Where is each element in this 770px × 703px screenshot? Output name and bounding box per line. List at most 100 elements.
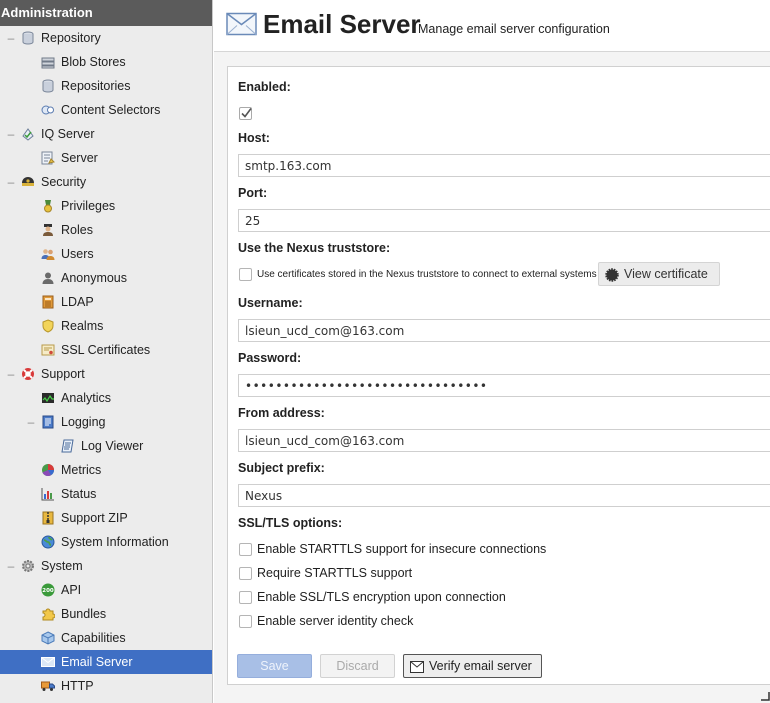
- truck-icon: [41, 681, 55, 691]
- sidebar-item-label: Support: [41, 367, 85, 381]
- verify-email-server-button[interactable]: Verify email server: [403, 654, 542, 678]
- status-bar-chart-icon: [41, 488, 54, 501]
- username-label: Username:: [238, 296, 303, 310]
- iq-server-icon: [22, 128, 34, 141]
- sidebar-item-content-selectors[interactable]: Content Selectors: [0, 98, 212, 122]
- email-server-form: Enabled: Host: Port: Use the Nexus trust…: [227, 66, 770, 685]
- certificate-seal-icon: [605, 268, 619, 282]
- sidebar-item-label: Anonymous: [61, 271, 128, 285]
- collapse-toggle-icon[interactable]: –: [6, 26, 16, 50]
- shield-icon: [42, 319, 54, 333]
- starttls-support-checkbox[interactable]: [239, 543, 252, 556]
- save-button[interactable]: Save: [237, 654, 312, 678]
- sidebar-item-support-zip[interactable]: Support ZIP: [0, 506, 212, 530]
- sidebar-item-label: SSL Certificates: [61, 343, 151, 357]
- sidebar-item-blob-stores[interactable]: Blob Stores: [0, 50, 212, 74]
- truststore-checkbox[interactable]: [239, 268, 252, 281]
- sidebar-item-label: Roles: [61, 223, 93, 237]
- page-header: Email Server Manage email server configu…: [214, 0, 770, 52]
- sidebar-header: Administration: [0, 0, 212, 26]
- envelope-icon: [41, 657, 55, 667]
- sidebar-item-label: Security: [41, 175, 87, 189]
- storage-icon: [41, 57, 55, 69]
- sidebar-item-support[interactable]: – Support: [0, 362, 212, 386]
- api-icon: 200: [41, 583, 55, 597]
- collapse-toggle-icon[interactable]: –: [6, 170, 16, 194]
- admin-sidebar: Administration – Repository Blob Stores …: [0, 0, 213, 703]
- collapse-toggle-icon[interactable]: –: [6, 554, 16, 578]
- sidebar-item-label: Capabilities: [61, 631, 126, 645]
- server-identity-check-label: Enable server identity check: [257, 614, 414, 628]
- roles-icon: [43, 224, 53, 236]
- sidebar-item-iq-server[interactable]: – IQ Server: [0, 122, 212, 146]
- enabled-checkbox[interactable]: [238, 105, 254, 121]
- log-scroll-icon: [61, 439, 74, 453]
- server-identity-check-checkbox[interactable]: [239, 615, 252, 628]
- sidebar-item-realms[interactable]: Realms: [0, 314, 212, 338]
- sidebar-item-anonymous[interactable]: Anonymous: [0, 266, 212, 290]
- sidebar-item-ssl-certificates[interactable]: SSL Certificates: [0, 338, 212, 362]
- sidebar-item-roles[interactable]: Roles: [0, 218, 212, 242]
- sidebar-item-logging[interactable]: – Logging: [0, 410, 212, 434]
- collapse-toggle-icon[interactable]: –: [6, 122, 16, 146]
- resize-handle-icon[interactable]: [760, 691, 770, 701]
- sidebar-item-system-information[interactable]: System Information: [0, 530, 212, 554]
- subject-prefix-input[interactable]: [238, 484, 770, 507]
- database-icon: [22, 31, 34, 45]
- collapse-toggle-icon[interactable]: –: [6, 362, 16, 386]
- host-input[interactable]: [238, 154, 770, 177]
- envelope-icon: [410, 661, 424, 673]
- sidebar-item-capabilities[interactable]: Capabilities: [0, 626, 212, 650]
- server-settings-icon: [41, 151, 55, 165]
- from-address-input[interactable]: [238, 429, 770, 452]
- sidebar-item-ldap[interactable]: LDAP: [0, 290, 212, 314]
- sidebar-item-label: Blob Stores: [61, 55, 126, 69]
- sidebar-item-label: Logging: [61, 415, 106, 429]
- sidebar-item-repositories[interactable]: Repositories: [0, 74, 212, 98]
- ssl-tls-encryption-label: Enable SSL/TLS encryption upon connectio…: [257, 590, 506, 604]
- sidebar-item-label: Server: [61, 151, 98, 165]
- require-starttls-checkbox[interactable]: [239, 567, 252, 580]
- sidebar-item-label: Status: [61, 487, 97, 501]
- page-title: Email Server: [263, 9, 421, 39]
- require-starttls-label: Require STARTTLS support: [257, 566, 413, 580]
- sidebar-item-bundles[interactable]: Bundles: [0, 602, 212, 626]
- sidebar-item-analytics[interactable]: Analytics: [0, 386, 212, 410]
- collapse-toggle-icon[interactable]: –: [26, 410, 36, 434]
- sidebar-item-server[interactable]: Server: [0, 146, 212, 170]
- sidebar-item-metrics[interactable]: Metrics: [0, 458, 212, 482]
- sidebar-item-api[interactable]: 200 API: [0, 578, 212, 602]
- sidebar-item-repository[interactable]: – Repository: [0, 26, 212, 50]
- sidebar-item-privileges[interactable]: Privileges: [0, 194, 212, 218]
- zip-archive-icon: [42, 511, 54, 525]
- users-icon: [41, 249, 55, 260]
- sidebar-item-log-viewer[interactable]: Log Viewer: [0, 434, 212, 458]
- sidebar-item-label: Repository: [41, 31, 101, 45]
- from-address-label: From address:: [238, 406, 325, 420]
- password-input[interactable]: [238, 374, 770, 397]
- discard-button[interactable]: Discard: [320, 654, 395, 678]
- anonymous-user-icon: [42, 272, 54, 284]
- ssl-tls-encryption-checkbox[interactable]: [239, 591, 252, 604]
- view-certificate-button[interactable]: View certificate: [598, 262, 720, 286]
- username-input[interactable]: [238, 319, 770, 342]
- sidebar-item-label: IQ Server: [41, 127, 95, 141]
- password-label: Password:: [238, 351, 302, 365]
- puzzle-icon: [42, 608, 55, 621]
- sidebar-item-label: Repositories: [61, 79, 131, 93]
- medal-icon: [44, 200, 52, 213]
- sidebar-item-label: Analytics: [61, 391, 112, 405]
- sidebar-item-status[interactable]: Status: [0, 482, 212, 506]
- port-input[interactable]: [238, 209, 770, 232]
- port-label: Port:: [238, 186, 268, 200]
- sidebar-item-system[interactable]: – System: [0, 554, 212, 578]
- gear-icon: [22, 560, 34, 572]
- page-subtitle: Manage email server configuration: [418, 22, 610, 36]
- sidebar-item-email-server[interactable]: Email Server: [0, 650, 212, 674]
- sidebar-item-security[interactable]: – Security: [0, 170, 212, 194]
- sidebar-item-label: Content Selectors: [61, 103, 161, 117]
- sidebar-item-http[interactable]: HTTP: [0, 674, 212, 698]
- starttls-support-label: Enable STARTTLS support for insecure con…: [257, 542, 547, 556]
- sidebar-item-users[interactable]: Users: [0, 242, 212, 266]
- sidebar-item-label: Support ZIP: [61, 511, 128, 525]
